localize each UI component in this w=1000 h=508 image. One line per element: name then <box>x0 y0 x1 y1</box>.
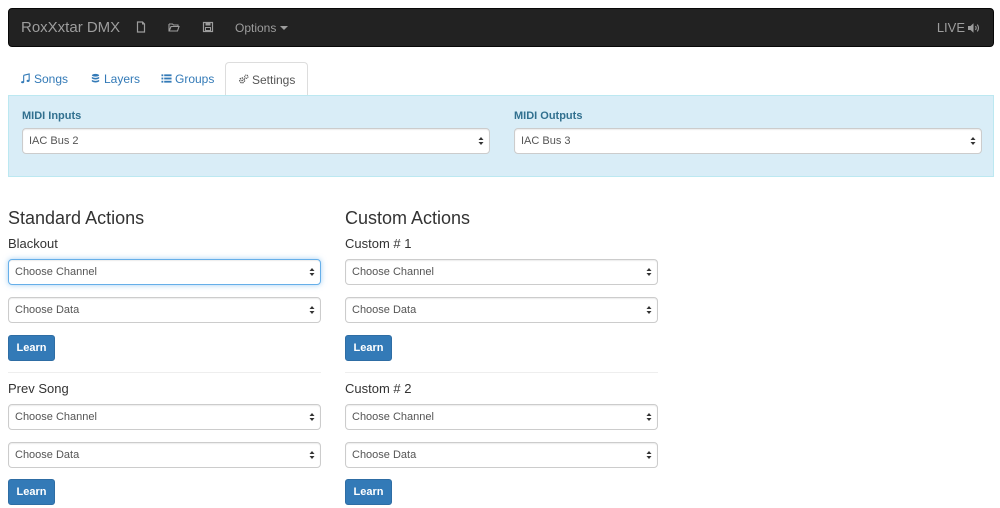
tab-groups[interactable]: Groups <box>149 62 226 96</box>
top-navbar: RoxXxtar DMX Options LIVE <box>8 8 994 47</box>
custom-2-learn-button[interactable]: Learn <box>345 479 392 505</box>
main-tabs: Songs Layers Groups Settings <box>8 62 994 97</box>
action-divider <box>345 372 658 373</box>
midi-inputs-select[interactable]: IAC Bus 2 <box>22 128 490 154</box>
midi-settings-panel: MIDI Inputs IAC Bus 2 MIDI Outputs IAC B… <box>8 95 994 177</box>
action-divider <box>8 372 321 373</box>
prev-song-data-select[interactable]: Choose Data <box>8 442 321 468</box>
midi-inputs-label: MIDI Inputs <box>22 110 82 122</box>
options-label: Options <box>235 21 277 35</box>
custom-actions-title: Custom Actions <box>345 208 471 228</box>
custom-2-channel-select[interactable]: Choose Channel <box>345 404 658 430</box>
standard-actions-title: Standard Actions <box>8 208 145 228</box>
custom-1-data-select[interactable]: Choose Data <box>345 297 658 323</box>
open-folder-icon[interactable] <box>168 21 182 35</box>
blackout-learn-button[interactable]: Learn <box>8 335 55 361</box>
options-dropdown[interactable]: Options <box>235 21 289 35</box>
select-arrows-icon <box>309 450 315 460</box>
select-value: Choose Channel <box>15 266 97 278</box>
select-arrows-icon <box>646 412 652 422</box>
select-value: Choose Channel <box>352 411 434 423</box>
custom-1-channel-select[interactable]: Choose Channel <box>345 259 658 285</box>
list-icon <box>161 72 172 84</box>
blackout-data-select[interactable]: Choose Data <box>8 297 321 323</box>
select-value: Choose Data <box>352 449 417 461</box>
select-arrows-icon <box>970 136 976 146</box>
tab-groups-label: Groups <box>175 72 215 86</box>
layers-icon <box>90 72 101 84</box>
tab-songs[interactable]: Songs <box>8 62 80 96</box>
midi-outputs-value: IAC Bus 3 <box>521 135 571 147</box>
select-value: Choose Data <box>352 304 417 316</box>
select-arrows-icon <box>646 267 652 277</box>
prev-song-channel-select[interactable]: Choose Channel <box>8 404 321 430</box>
cogs-icon <box>238 73 249 85</box>
volume-up-icon <box>967 22 981 34</box>
action-label-custom-1: Custom # 1 <box>345 236 412 251</box>
midi-inputs-value: IAC Bus 2 <box>29 135 79 147</box>
new-file-icon[interactable] <box>135 21 149 35</box>
tab-layers[interactable]: Layers <box>78 62 152 96</box>
music-icon <box>20 72 31 84</box>
select-arrows-icon <box>646 450 652 460</box>
live-label: LIVE <box>936 20 965 35</box>
action-label-blackout: Blackout <box>8 236 58 251</box>
action-label-prev-song: Prev Song <box>8 381 69 396</box>
midi-outputs-label: MIDI Outputs <box>514 110 583 122</box>
tab-layers-label: Layers <box>104 72 141 86</box>
select-value: Choose Channel <box>15 411 97 423</box>
live-toggle[interactable]: LIVE <box>937 20 981 35</box>
tab-settings[interactable]: Settings <box>225 62 309 97</box>
tab-settings-label: Settings <box>252 73 296 87</box>
midi-outputs-select[interactable]: IAC Bus 3 <box>514 128 982 154</box>
save-icon[interactable] <box>202 21 216 35</box>
prev-song-learn-button[interactable]: Learn <box>8 479 55 505</box>
select-arrows-icon <box>309 412 315 422</box>
select-value: Choose Data <box>15 304 80 316</box>
custom-1-learn-button[interactable]: Learn <box>345 335 392 361</box>
app-brand[interactable]: RoxXxtar DMX <box>21 19 120 36</box>
tab-songs-label: Songs <box>34 72 69 86</box>
caret-down-icon <box>280 26 289 30</box>
select-arrows-icon <box>309 305 315 315</box>
select-value: Choose Data <box>15 449 80 461</box>
blackout-channel-select[interactable]: Choose Channel <box>8 259 321 285</box>
select-arrows-icon <box>478 136 484 146</box>
select-arrows-icon <box>646 305 652 315</box>
select-value: Choose Channel <box>352 266 434 278</box>
select-arrows-icon <box>309 267 315 277</box>
custom-2-data-select[interactable]: Choose Data <box>345 442 658 468</box>
action-label-custom-2: Custom # 2 <box>345 381 412 396</box>
